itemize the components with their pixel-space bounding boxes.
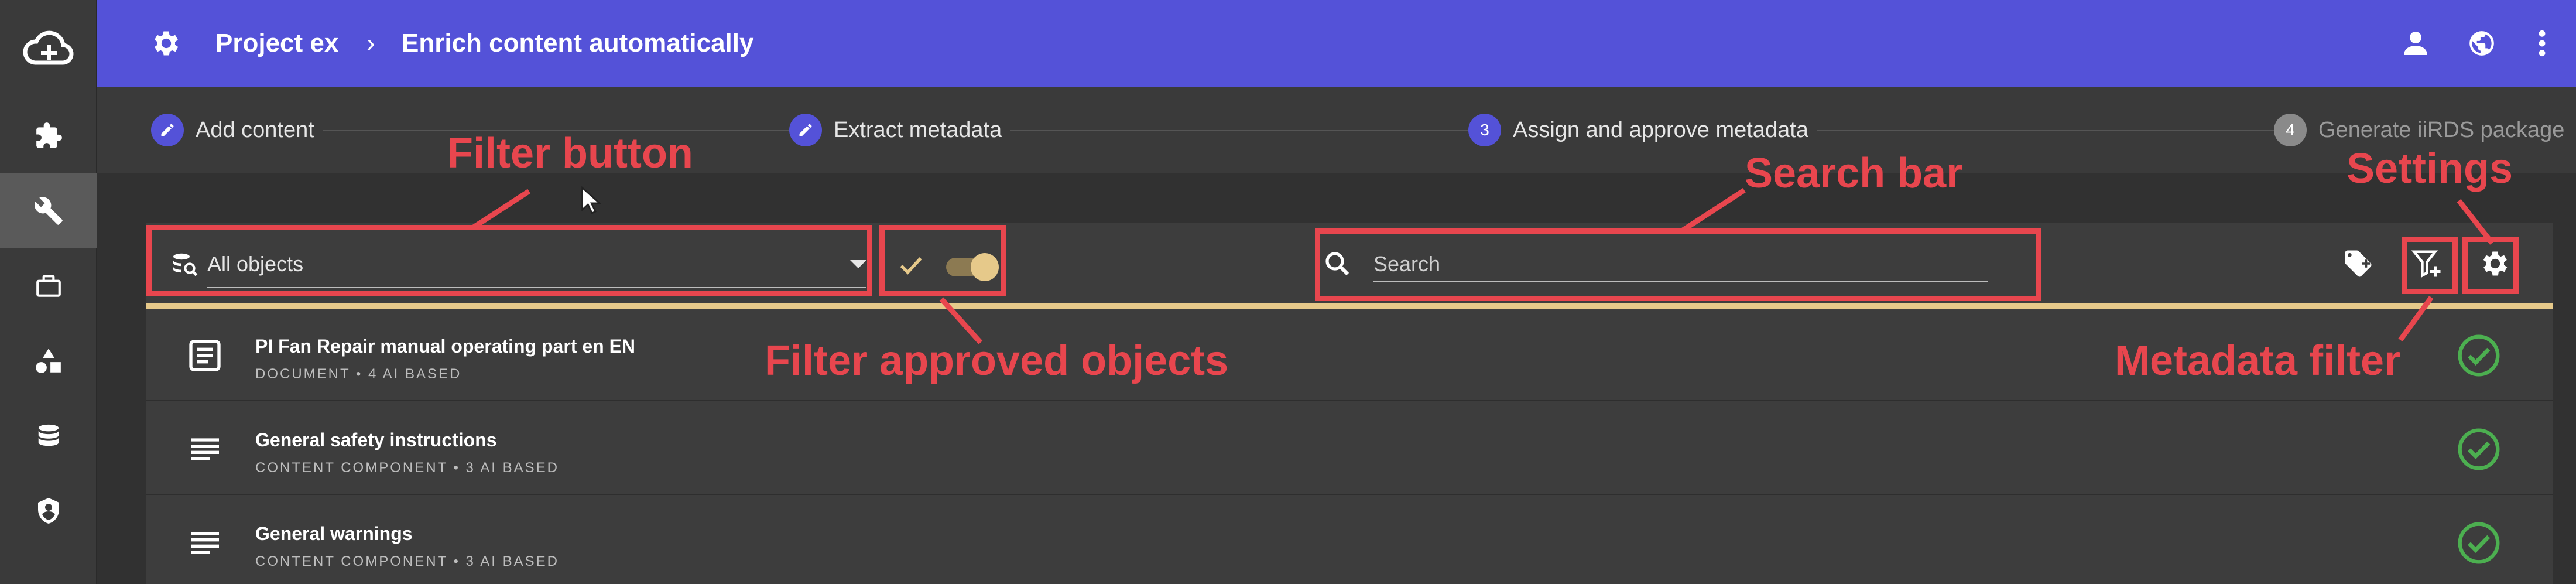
top-header: Project ex › Enrich content automaticall… xyxy=(97,0,2576,87)
step-label: Generate iiRDS package xyxy=(2318,117,2565,142)
step-number: 3 xyxy=(1468,114,1501,146)
item-title: General safety instructions xyxy=(255,429,497,450)
annotation-filter-button: Filter button xyxy=(447,130,693,177)
list-item[interactable]: General safety instructions CONTENT COMP… xyxy=(146,402,2553,495)
annotation-box-search-bar xyxy=(1315,228,2041,301)
item-subtitle: CONTENT COMPONENT • 3 AI BASED xyxy=(255,460,559,476)
approved-check-icon[interactable] xyxy=(2457,521,2501,565)
annotation-box-metadata-filter xyxy=(2402,237,2458,294)
user-icon[interactable] xyxy=(2398,26,2433,61)
item-title: PI Fan Repair manual operating part en E… xyxy=(255,336,636,357)
step-add-content[interactable]: Add content xyxy=(151,112,323,148)
pencil-icon xyxy=(151,114,184,146)
annotation-settings: Settings xyxy=(2347,145,2513,192)
step-label: Extract metadata xyxy=(834,117,1002,142)
step-label: Assign and approve metadata xyxy=(1513,117,1808,142)
approved-check-icon[interactable] xyxy=(2457,427,2501,472)
globe-icon[interactable] xyxy=(2464,26,2499,61)
pencil-icon xyxy=(789,114,822,146)
wrench-icon[interactable] xyxy=(0,173,97,248)
annotation-box-filter-button xyxy=(146,225,872,296)
shapes-icon[interactable] xyxy=(0,323,97,398)
briefcase-icon[interactable] xyxy=(0,248,97,323)
add-tag-button[interactable] xyxy=(2339,245,2377,282)
step-extract-metadata[interactable]: Extract metadata xyxy=(789,112,1010,148)
annotation-box-filter-approved xyxy=(879,225,1006,296)
text-lines-icon xyxy=(191,532,219,554)
step-label: Add content xyxy=(196,117,314,142)
step-assign-approve-metadata[interactable]: 3 Assign and approve metadata xyxy=(1468,112,1817,148)
item-subtitle: CONTENT COMPONENT • 3 AI BASED xyxy=(255,554,559,569)
breadcrumb-project[interactable]: Project ex xyxy=(215,26,338,61)
annotation-box-settings xyxy=(2462,237,2519,294)
step-number: 4 xyxy=(2274,114,2307,146)
text-lines-icon xyxy=(191,438,219,460)
gear-icon[interactable] xyxy=(150,27,183,60)
item-title: General warnings xyxy=(255,523,413,544)
tag-plus-icon xyxy=(2345,250,2372,277)
puzzle-icon[interactable] xyxy=(0,98,97,173)
nav-rail xyxy=(0,0,97,584)
annotation-filter-approved-objects: Filter approved objects xyxy=(765,337,1229,384)
page-title: Enrich content automatically xyxy=(402,29,754,57)
item-subtitle: DOCUMENT • 4 AI BASED xyxy=(255,366,462,382)
list-item[interactable]: General warnings CONTENT COMPONENT • 3 A… xyxy=(146,496,2553,584)
more-vertical-icon[interactable] xyxy=(2524,26,2560,61)
annotation-metadata-filter: Metadata filter xyxy=(2115,337,2401,384)
approved-check-icon[interactable] xyxy=(2457,333,2501,378)
document-icon xyxy=(189,340,221,371)
shield-user-icon[interactable] xyxy=(0,473,97,548)
app-logo-cloud-icon[interactable] xyxy=(0,0,97,98)
step-generate-iirds-package[interactable]: 4 Generate iiRDS package xyxy=(2274,112,2573,148)
toolbar-divider xyxy=(146,303,2553,309)
annotation-search-bar: Search bar xyxy=(1745,150,1963,197)
mouse-cursor-icon xyxy=(581,186,601,214)
database-icon[interactable] xyxy=(0,398,97,473)
breadcrumb-separator: › xyxy=(366,29,375,57)
